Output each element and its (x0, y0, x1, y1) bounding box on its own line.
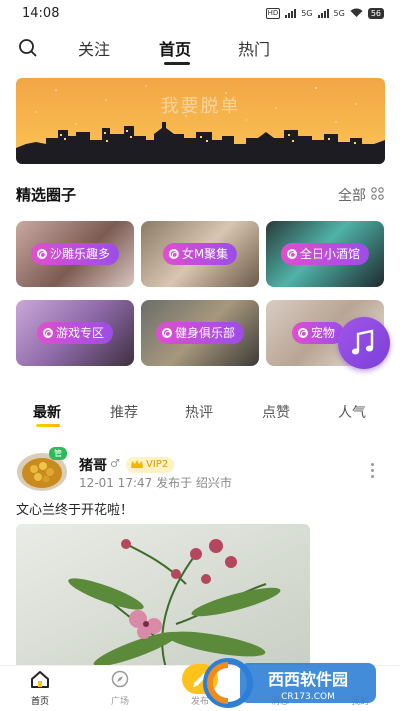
circle-card-pill: 游戏专区 (36, 322, 114, 344)
banner[interactable]: 我要脱单 (16, 78, 385, 164)
search-icon[interactable] (18, 38, 38, 58)
circle-card-label: 女M聚集 (181, 247, 229, 261)
signal-icon (285, 8, 297, 18)
circle-card-label: 健身俱乐部 (174, 326, 236, 340)
feed-tab-popular[interactable]: 人气 (338, 402, 366, 422)
circles-all-link[interactable]: 全部 (338, 185, 366, 205)
network-label-2: 5G (333, 8, 345, 18)
status-time: 14:08 (22, 5, 60, 21)
nav-square-label: 广场 (110, 697, 129, 707)
circle-card-2[interactable]: 女M聚集 (141, 221, 259, 287)
circle-card-4[interactable]: 游戏专区 (16, 300, 134, 366)
circle-icon (36, 249, 47, 259)
watermark-url: CR173.COM (281, 692, 335, 702)
circle-card-1[interactable]: 沙雕乐趣多 (16, 221, 134, 287)
orchid-photo (16, 524, 310, 668)
post-image[interactable] (16, 524, 310, 668)
circle-card-3[interactable]: 全日小酒馆 (266, 221, 384, 287)
banner-text: 我要脱单 (160, 96, 241, 117)
top-nav: 关注 首页 热门 (0, 30, 400, 66)
watermark: 西西软件园 CR173.COM (200, 655, 380, 711)
tab-home-indicator (164, 62, 190, 65)
circle-card-pill: 女M聚集 (162, 243, 238, 265)
network-label: 5G (301, 8, 313, 18)
circle-card-pill: 宠物 (291, 322, 344, 344)
circle-card-pill: 沙雕乐趣多 (30, 243, 120, 265)
post-username[interactable]: 猪哥 (79, 455, 107, 475)
circle-card-label: 沙雕乐趣多 (49, 247, 111, 261)
nav-home[interactable]: 首页 (15, 670, 65, 707)
circle-card-label: 宠物 (310, 326, 335, 340)
banner-image (16, 78, 385, 164)
signal-icon-2 (317, 8, 329, 18)
music-button[interactable] (338, 317, 390, 369)
feed-tab-latest[interactable]: 最新 (33, 402, 61, 422)
crown-icon (131, 460, 143, 468)
feed-tab-hot-comments[interactable]: 热评 (185, 402, 213, 422)
nav-square[interactable]: 广场 (95, 670, 145, 707)
circle-card-5[interactable]: 健身俱乐部 (141, 300, 259, 366)
post-text: 文心兰终于开花啦！ (16, 503, 134, 518)
vip-level: VIP2 (146, 459, 169, 470)
post-meta: 12-01 17:47 发布于 绍兴市 (79, 476, 232, 490)
watermark-brand: 西西软件园 (268, 670, 348, 689)
compass-icon (111, 670, 129, 688)
circle-icon (297, 328, 308, 338)
tab-hot[interactable]: 热门 (238, 36, 270, 60)
hd-icon: HD (265, 7, 281, 19)
music-note-icon (351, 329, 374, 355)
wifi-icon (350, 8, 363, 17)
battery-icon: 56 (367, 7, 384, 19)
tab-home[interactable]: 首页 (159, 36, 191, 60)
gender-icon: ♂ (110, 457, 120, 470)
circle-icon (42, 328, 53, 338)
more-options-icon[interactable] (371, 463, 375, 479)
admin-badge: 管 (49, 447, 67, 460)
tab-follow[interactable]: 关注 (78, 36, 110, 60)
nav-home-label: 首页 (30, 697, 49, 707)
circle-icon (286, 249, 297, 259)
vip-badge: VIP2 (126, 457, 175, 473)
circle-card-label: 全日小酒馆 (299, 247, 361, 261)
feed-tab-indicator (36, 424, 60, 427)
grid-icon[interactable] (371, 187, 384, 200)
status-icons: HD 5G 5G 56 (265, 7, 384, 19)
feed-tab-recommend[interactable]: 推荐 (110, 402, 138, 422)
circle-card-pill: 全日小酒馆 (280, 243, 370, 265)
circle-card-label: 游戏专区 (55, 326, 105, 340)
home-icon (31, 671, 49, 688)
circle-icon (161, 328, 172, 338)
status-bar: 14:08 HD 5G 5G 56 (0, 0, 400, 26)
circle-card-pill: 健身俱乐部 (155, 322, 245, 344)
circles-title: 精选圈子 (16, 186, 77, 204)
watermark-logo: 西西软件园 CR173.COM (203, 658, 376, 708)
feed-tab-likes[interactable]: 点赞 (262, 402, 290, 422)
circle-icon (168, 249, 179, 259)
